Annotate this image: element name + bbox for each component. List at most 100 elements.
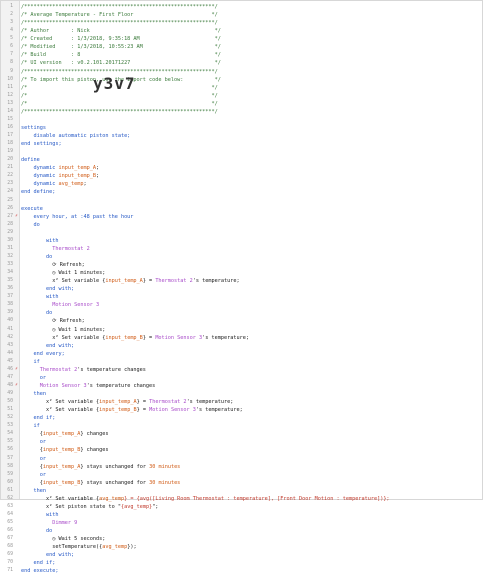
code-token: } = [142,278,156,285]
code-line: 41 ◷ Wait 1 minutes; [1,326,483,334]
code-token: Thermostat 2 [21,366,78,373]
code-token: } = {avg([Living Room Thermostat : tempe… [124,495,390,502]
code-text: or [21,374,46,382]
code-text: do [21,309,52,317]
code-line: 70 end if; [1,559,483,567]
code-line: 14 /*************************************… [1,108,483,116]
code-text: x² Set variable {input_temp_A} = Thermos… [21,277,239,285]
code-token: } = [142,334,156,341]
code-text: dynamic input_temp_A; [21,164,99,172]
code-token: end settings; [21,141,62,148]
code-text: end if; [21,559,55,567]
code-token: Thermostat 2 [155,278,193,285]
code-line: 54 {input_temp_A} changes [1,430,483,438]
code-token: 's temperature changes [86,382,156,389]
code-text: if [21,422,39,430]
code-token: end if; [21,560,56,567]
code-text: setTemperature({avg_temp}); [21,543,136,551]
code-text: x² Set variable {input_temp_A} = Thermos… [21,398,233,406]
code-line: 32 do [1,253,483,261]
code-token: input_temp_A [99,399,137,406]
line-number: 50 [7,399,13,405]
code-line: 61 then [1,487,483,495]
code-token: end if; [21,415,56,422]
code-token: 's temperature changes [77,366,146,373]
code-text: do [21,253,52,261]
code-token: input_temp_B [99,407,137,414]
line-number: 57 [7,455,13,461]
line-number: 4 [10,28,13,34]
code-line: 30 with [1,237,483,245]
line-number: 66 [7,528,13,534]
code-line: 36 end with; [1,285,483,293]
line-number: 36 [7,286,13,292]
line-number: 62 [7,495,13,501]
line-number: 60 [7,479,13,485]
code-text: with [21,293,59,301]
line-number: 64 [7,511,13,517]
line-number: 31 [7,245,13,251]
line-number: 56 [7,447,13,453]
trigger-icon: ⚡ [15,366,18,372]
line-number: 63 [7,503,13,509]
code-token: input_temp_A [105,278,143,285]
code-token: setTemperature({ [21,544,103,551]
line-number: 29 [7,229,13,235]
line-number: 47 [7,374,13,380]
line-number: 38 [7,302,13,308]
code-line: 38 Motion Sensor 3 [1,301,483,309]
code-token: every hour, at :48 past the hour [21,213,134,220]
code-text: {input_temp_B} stays unchanged for 30 mi… [21,479,181,487]
code-text: /* Created : 1/3/2018, 9:35:18 AM */ [21,35,221,43]
code-line: 51 x² Set variable {input_temp_B} = Moti… [1,406,483,414]
code-token: Motion Sensor 3 [149,407,196,414]
code-text: /***************************************… [21,19,218,27]
code-text: ◷ Wait 1 minutes; [21,326,105,334]
line-number: 37 [7,294,13,300]
line-number: 43 [7,342,13,348]
line-number: 44 [7,350,13,356]
code-token: /* UI version : v0.2.101.20171227 */ [21,60,221,67]
code-token: { [21,447,43,454]
code-line: 7 /* Build : 8 */ [1,51,483,59]
code-text: do [21,221,39,229]
code-line: 17 disable automatic piston state; [1,132,483,140]
code-token: input_temp_A [58,165,96,172]
piston-code-editor[interactable]: 1 /**************************************… [0,0,483,574]
code-text: {input_temp_A} stays unchanged for 30 mi… [21,463,181,471]
code-line: 65 Dimmer 9 [1,519,483,527]
line-number: 59 [7,471,13,477]
code-token: ◷ Wait 5 seconds; [21,536,106,543]
line-number: 54 [7,431,13,437]
code-line: 8 /* UI version : v0.2.101.20171227 */ [1,59,483,67]
line-number: 23 [7,181,13,187]
code-line: 34 ◷ Wait 1 minutes; [1,269,483,277]
code-token: 's temperature; [186,399,234,406]
code-token: input_temp_B [42,479,81,486]
code-token: } stays unchanged for [80,479,150,486]
code-line: 50 x² Set variable {input_temp_A} = Ther… [1,398,483,406]
code-token: do [21,528,53,535]
code-text: or [21,471,46,479]
code-token: dynamic [21,173,59,180]
code-line: 64 with [1,511,483,519]
code-token: /***************************************… [21,108,218,115]
line-number: 52 [7,415,13,421]
line-number: 11 [7,84,13,90]
code-text: end if; [21,414,55,422]
code-token: avg_temp [58,181,84,188]
code-line: 58 {input_temp_A} stays unchanged for 30… [1,463,483,471]
code-line: 56 {input_temp_B} changes [1,446,483,454]
code-text: Dimmer 9 [21,519,77,527]
code-token: with [21,237,59,244]
code-text: end execute; [21,567,58,575]
code-token: /* Author : Nick */ [21,28,221,35]
code-line: 63 x² Set piston state to "{avg_temp}"; [1,503,483,511]
code-line: 6 /* Modified : 1/3/2018, 10:55:23 AM */ [1,43,483,51]
line-number: 12 [7,92,13,98]
code-token: 30 minutes [149,463,181,470]
code-token: settings [21,124,46,131]
code-token: then [21,487,46,494]
code-token: or [21,439,46,446]
code-line: 4 /* Author : Nick */ [1,27,483,35]
